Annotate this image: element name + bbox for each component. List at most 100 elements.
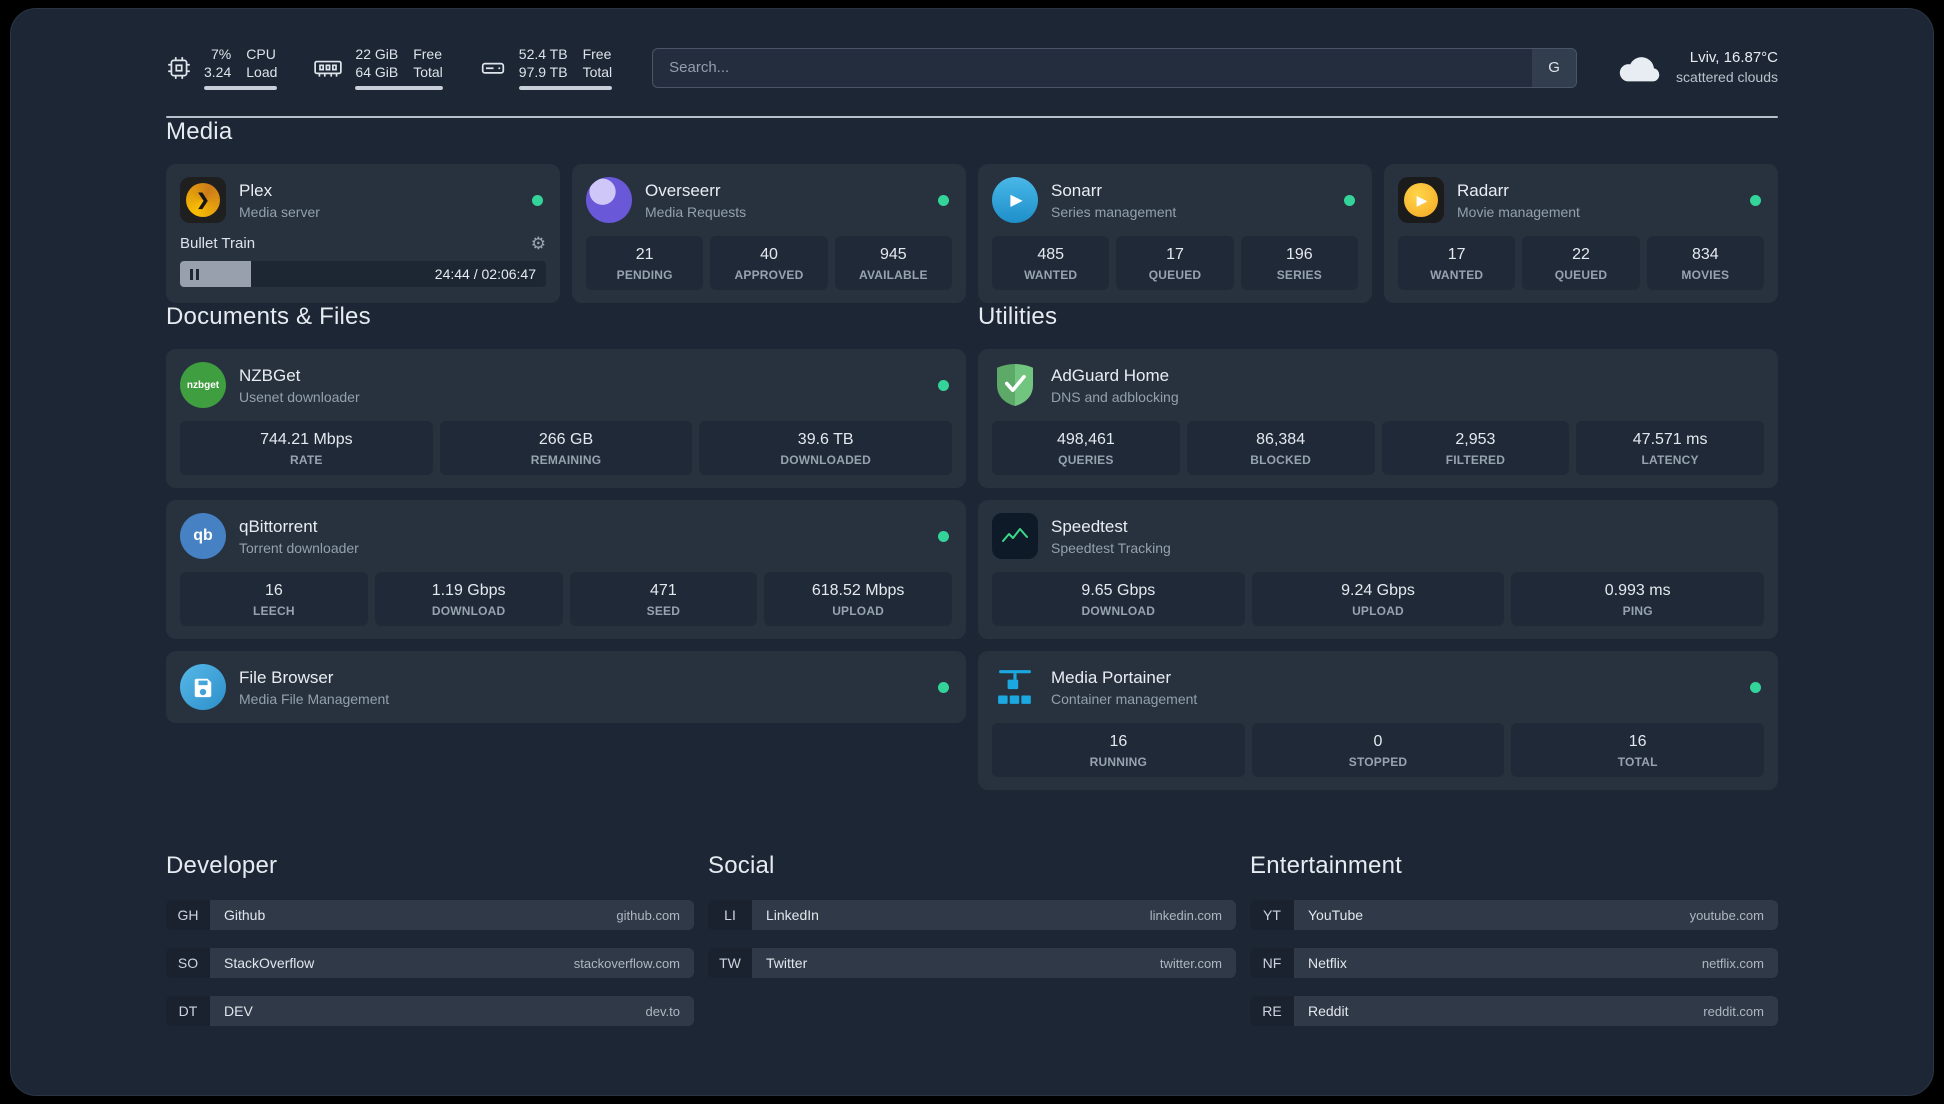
- bookmark-netflix[interactable]: NF Netflix netflix.com: [1250, 948, 1778, 979]
- memory-icon: [314, 60, 343, 77]
- stat-tile: 266 GB REMAINING: [439, 421, 693, 476]
- bookmark-url: twitter.com: [1159, 955, 1222, 971]
- bookmark-stackoverflow[interactable]: SO StackOverflow stackoverflow.com: [166, 948, 694, 979]
- bookmark-group-entertainment: Entertainment YT YouTube youtube.com NF N…: [1250, 852, 1778, 1027]
- bookmark-abbr: TW: [708, 948, 752, 979]
- overseerr-icon: [586, 177, 632, 224]
- stat-tile: 0.993 ms PING: [1511, 572, 1765, 627]
- disk-free-label: Free: [582, 46, 612, 62]
- service-card-portainer[interactable]: Media Portainer Container management 16 R…: [978, 651, 1778, 791]
- playback-progress-bar[interactable]: 24:44 / 02:06:47: [180, 261, 546, 288]
- media-card-grid: ❯ Plex Media server Bullet Train ⚙ 24:44…: [166, 164, 1778, 304]
- stat-tile: 47.571 ms LATENCY: [1576, 421, 1764, 476]
- disk-free-value: 52.4 TB: [518, 46, 568, 62]
- stat-tile: 744.21 Mbps RATE: [180, 421, 433, 476]
- service-description: Media Requests: [645, 204, 747, 221]
- filebrowser-icon: [180, 664, 226, 711]
- service-name: qBittorrent: [239, 516, 318, 536]
- cpu-widget: 7% 3.24 CPU Load: [166, 45, 278, 91]
- status-dot: [938, 530, 949, 542]
- stat-tile: 485 WANTED: [992, 236, 1110, 291]
- service-name: Media Portainer: [1051, 667, 1172, 687]
- adguard-shield-icon: [992, 362, 1038, 408]
- documents-column: Documents & Files nzbget NZBGet Usenet d…: [166, 303, 966, 790]
- stat-tile: 0 STOPPED: [1251, 723, 1505, 778]
- bookmark-dev[interactable]: DT DEV dev.to: [166, 996, 694, 1027]
- section-title-utilities: Utilities: [978, 303, 1058, 331]
- playback-time: 24:44 / 02:06:47: [434, 266, 536, 283]
- disk-total-value: 97.9 TB: [518, 64, 568, 81]
- bookmark-youtube[interactable]: YT YouTube youtube.com: [1250, 900, 1778, 931]
- now-playing-title: Bullet Train: [180, 235, 256, 253]
- bookmark-reddit[interactable]: RE Reddit reddit.com: [1250, 996, 1778, 1027]
- stat-tile: 618.52 Mbps UPLOAD: [764, 572, 952, 627]
- status-dot: [938, 194, 949, 206]
- service-card-nzbget[interactable]: nzbget NZBGet Usenet downloader 744.21 M…: [166, 349, 966, 489]
- bookmark-abbr: SO: [166, 948, 210, 979]
- bookmark-abbr: NF: [1250, 948, 1294, 979]
- stat-tile: 498,461 QUERIES: [992, 421, 1180, 476]
- bookmark-url: stackoverflow.com: [573, 955, 680, 971]
- gear-icon[interactable]: ⚙: [531, 235, 546, 252]
- service-card-filebrowser[interactable]: File Browser Media File Management: [166, 651, 966, 724]
- bookmark-name: YouTube: [1308, 907, 1364, 924]
- stat-tile: 471 SEED: [569, 572, 758, 627]
- bookmark-name: Github: [224, 907, 266, 924]
- bookmark-name: LinkedIn: [766, 907, 819, 924]
- bookmark-name: Twitter: [766, 955, 808, 972]
- service-card-plex[interactable]: ❯ Plex Media server Bullet Train ⚙ 24:44…: [166, 164, 560, 304]
- service-card-qbittorrent[interactable]: qb qBittorrent Torrent downloader 16 LEEC…: [166, 500, 966, 640]
- portainer-icon: [992, 664, 1038, 710]
- weather-location: Lviv, 16.87°C: [1689, 49, 1778, 67]
- stat-tile: 196 SERIES: [1240, 236, 1358, 291]
- service-description: Container management: [1051, 691, 1198, 708]
- section-title-documents: Documents & Files: [166, 303, 371, 331]
- bookmark-url: github.com: [616, 907, 680, 923]
- bookmark-abbr: GH: [166, 900, 210, 931]
- bookmark-abbr: RE: [1250, 996, 1294, 1027]
- bookmark-name: Netflix: [1308, 955, 1347, 972]
- cpu-bar: [204, 86, 278, 91]
- memory-total-value: 64 GiB: [355, 64, 399, 81]
- search-provider-button[interactable]: G: [1532, 48, 1577, 87]
- now-playing-widget: Bullet Train ⚙ 24:44 / 02:06:47: [180, 235, 546, 288]
- service-name: File Browser: [239, 667, 334, 687]
- service-card-radarr[interactable]: ▶ Radarr Movie management 17 WANTED 22 QUE…: [1384, 164, 1778, 304]
- service-description: Torrent downloader: [239, 540, 359, 557]
- section-title-developer: Developer: [166, 852, 278, 880]
- stat-tile: 16 TOTAL: [1511, 723, 1765, 778]
- service-name: AdGuard Home: [1051, 365, 1170, 385]
- stat-tile: 22 QUEUED: [1522, 236, 1640, 291]
- bookmark-url: reddit.com: [1703, 1003, 1764, 1019]
- stat-tile: 9.24 Gbps UPLOAD: [1251, 572, 1505, 627]
- stat-tile: 2,953 FILTERED: [1381, 421, 1570, 476]
- bookmark-github[interactable]: GH Github github.com: [166, 900, 694, 931]
- search-input[interactable]: [652, 47, 1578, 88]
- disk-widget: 52.4 TB 97.9 TB Free Total: [479, 45, 613, 91]
- stat-tile: 21 PENDING: [586, 236, 704, 291]
- status-dot: [1750, 681, 1761, 693]
- bookmark-abbr: DT: [166, 996, 210, 1027]
- bookmark-name: StackOverflow: [224, 955, 315, 972]
- stat-tile: 40 APPROVED: [710, 236, 828, 291]
- cpu-icon: [168, 56, 190, 79]
- stat-tile: 9.65 Gbps DOWNLOAD: [992, 572, 1245, 627]
- bookmark-linkedin[interactable]: LI LinkedIn linkedin.com: [708, 900, 1236, 931]
- bookmark-group-developer: Developer GH Github github.com SO StackOv…: [166, 852, 694, 1027]
- sonarr-icon: ▶: [992, 177, 1038, 224]
- memory-widget: 22 GiB 64 GiB Free Total: [313, 45, 443, 91]
- service-name: Sonarr: [1051, 180, 1103, 200]
- service-card-overseerr[interactable]: Overseerr Media Requests 21 PENDING 40 APP…: [572, 164, 966, 304]
- service-card-adguard[interactable]: AdGuard Home DNS and adblocking 498,461 Q…: [978, 349, 1778, 489]
- bookmark-twitter[interactable]: TW Twitter twitter.com: [708, 948, 1236, 979]
- bookmark-name: Reddit: [1308, 1003, 1349, 1020]
- service-card-speedtest[interactable]: Speedtest Speedtest Tracking 9.65 Gbps DO…: [978, 500, 1778, 640]
- bookmark-url: linkedin.com: [1149, 907, 1222, 923]
- search-bar: G: [652, 47, 1578, 88]
- service-card-sonarr[interactable]: ▶ Sonarr Series management 485 WANTED 17 Q…: [978, 164, 1372, 304]
- bookmarks-section: Developer GH Github github.com SO StackOv…: [166, 852, 1778, 1027]
- service-description: Movie management: [1457, 204, 1580, 221]
- radarr-icon: ▶: [1398, 177, 1444, 224]
- cloud-icon: [1619, 56, 1660, 82]
- status-dot: [938, 379, 949, 391]
